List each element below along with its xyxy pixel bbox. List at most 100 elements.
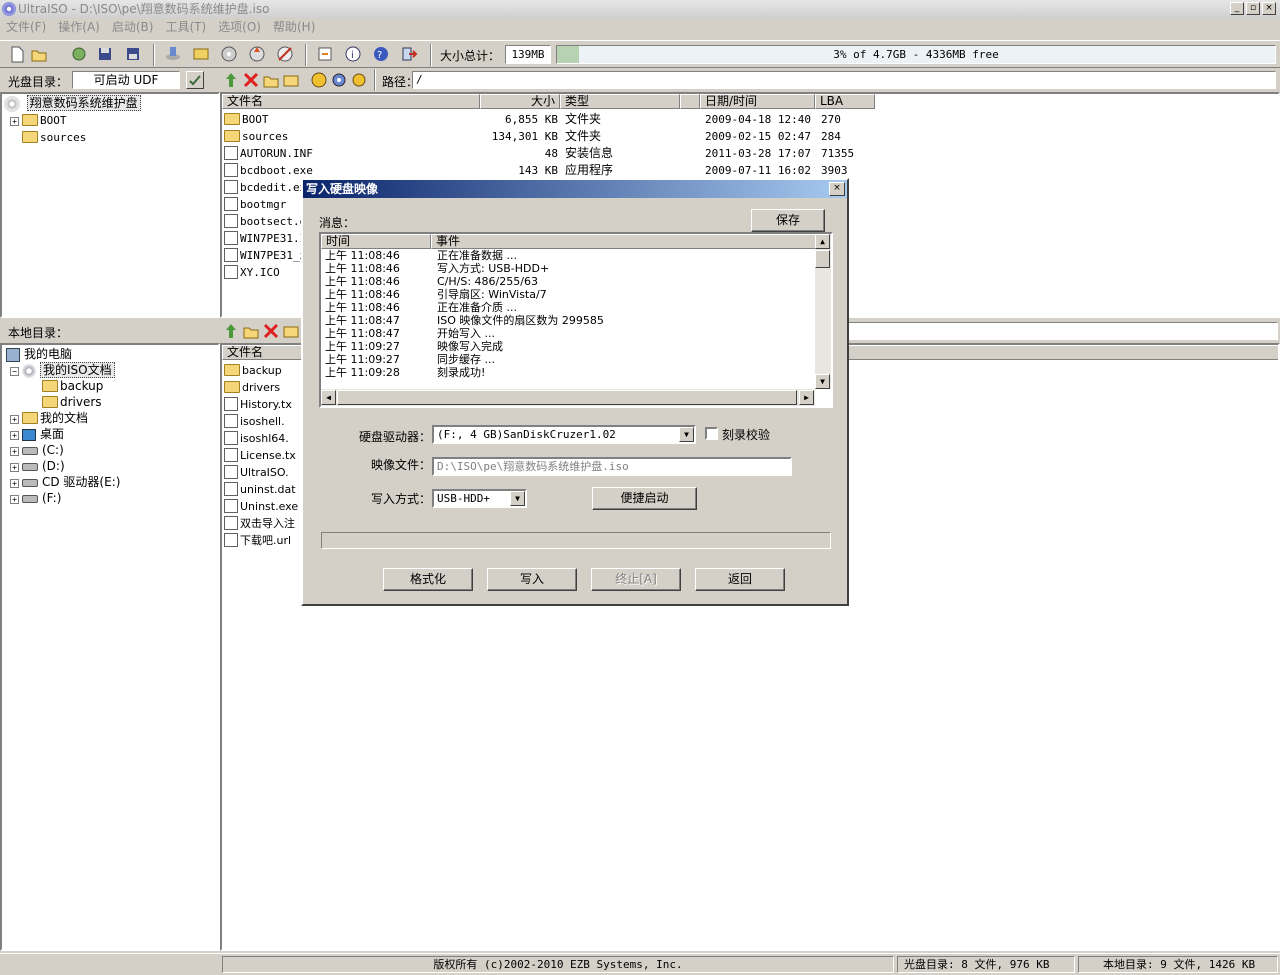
properties-icon[interactable] xyxy=(316,45,334,63)
col-header-lba[interactable]: LBA xyxy=(815,94,875,109)
log-vscroll[interactable]: ▲ ▼ xyxy=(815,234,831,389)
file-row[interactable]: sources 134,301 KB 文件夹 2009-02-15 02:47 284 xyxy=(224,128,1274,145)
tree-item-sources[interactable]: sources xyxy=(22,129,86,146)
local-path-field[interactable] xyxy=(848,322,1278,340)
local-tree-item[interactable]: + 桌面 xyxy=(10,426,64,443)
menu-file[interactable]: 文件(F) xyxy=(6,20,46,34)
hscroll-thumb[interactable] xyxy=(337,390,797,405)
scroll-thumb[interactable] xyxy=(815,250,830,268)
local-file-row[interactable]: drivers xyxy=(224,379,280,396)
edit-boot-icon[interactable] xyxy=(186,71,204,89)
extract-icon[interactable] xyxy=(70,45,88,63)
expand-icon[interactable]: + xyxy=(10,495,19,504)
dialog-close-button[interactable]: × xyxy=(829,182,845,196)
local-tree-item[interactable]: + 我的文档 xyxy=(10,410,88,427)
path-field[interactable]: / xyxy=(412,71,1276,89)
col-header-type[interactable]: 类型 xyxy=(560,94,680,109)
info-icon[interactable]: i xyxy=(344,45,362,63)
write-button[interactable]: 写入 xyxy=(487,568,577,591)
log-hscroll[interactable]: ◀ ▶ xyxy=(321,389,815,406)
save-as-icon[interactable] xyxy=(124,45,142,63)
local-tree-item[interactable]: + (F:) xyxy=(10,490,61,507)
expand-icon[interactable]: + xyxy=(10,431,19,440)
new-folder-icon[interactable] xyxy=(242,322,260,340)
col-header-date[interactable]: 日期/时间 xyxy=(700,94,815,109)
iso-type-field[interactable]: 可启动 UDF xyxy=(72,71,180,89)
save-log-button[interactable]: 保存 xyxy=(751,209,825,232)
col-header-size[interactable]: 大小 xyxy=(480,94,560,109)
local-tree-item[interactable]: backup xyxy=(42,378,103,395)
expand-icon[interactable]: + xyxy=(10,415,19,424)
delete-icon[interactable] xyxy=(242,71,260,89)
restore-button[interactable]: ▫ xyxy=(1246,2,1260,15)
chevron-down-icon[interactable]: ▼ xyxy=(679,427,694,442)
exit-icon[interactable] xyxy=(400,45,418,63)
scroll-up-icon[interactable]: ▲ xyxy=(815,234,830,249)
local-file-row[interactable]: backup xyxy=(224,362,282,379)
file-row[interactable]: BOOT 6,855 KB 文件夹 2009-04-18 12:40 270 xyxy=(224,111,1274,128)
local-file-row[interactable]: uninst.dat xyxy=(224,481,296,498)
virtual-drive-icon[interactable] xyxy=(276,45,294,63)
file-row[interactable]: bcdboot.exe 143 KB 应用程序 2009-07-11 16:02 390… xyxy=(224,162,1274,179)
refresh-icon[interactable] xyxy=(350,71,368,89)
expand-icon[interactable]: + xyxy=(10,117,19,126)
burn-cd-icon[interactable] xyxy=(248,45,266,63)
compress-icon[interactable] xyxy=(192,45,210,63)
add-files-icon[interactable] xyxy=(310,71,328,89)
menu-bootable[interactable]: 启动(B) xyxy=(112,20,154,34)
back-button[interactable]: 返回 xyxy=(695,568,785,591)
new-icon[interactable] xyxy=(8,45,26,63)
write-method-select[interactable]: USB-HDD+ ▼ xyxy=(432,489,527,508)
quick-boot-button[interactable]: 便捷启动 xyxy=(592,487,697,510)
expand-icon[interactable]: − xyxy=(10,367,19,376)
save-icon[interactable] xyxy=(96,45,114,63)
local-file-row[interactable]: isoshl64. xyxy=(224,430,289,447)
tree-item-boot[interactable]: + BOOT xyxy=(10,112,67,129)
tree-item-iso-root[interactable]: 翔意数码系统维护盘 xyxy=(4,95,141,112)
scroll-right-icon[interactable]: ▶ xyxy=(799,390,814,405)
menu-tools[interactable]: 工具(T) xyxy=(165,20,206,34)
local-file-row[interactable]: UltraISO. xyxy=(224,464,289,481)
local-tree-item[interactable]: − 我的ISO文档 xyxy=(10,362,115,379)
menu-actions[interactable]: 操作(A) xyxy=(58,20,100,34)
mount-icon[interactable] xyxy=(220,45,238,63)
open-icon[interactable] xyxy=(30,45,48,63)
stop-button[interactable]: 终止[A] xyxy=(591,568,681,591)
make-cd-image-icon[interactable] xyxy=(164,45,182,63)
file-row[interactable]: AUTORUN.INF 48 安装信息 2011-03-28 17:07 71355 xyxy=(224,145,1274,162)
local-tree-item[interactable]: + (D:) xyxy=(10,458,65,475)
expand-icon[interactable]: + xyxy=(10,463,19,472)
delete-icon[interactable] xyxy=(262,322,280,340)
menu-help[interactable]: 帮助(H) xyxy=(273,20,315,34)
expand-icon[interactable]: + xyxy=(10,479,19,488)
scroll-down-icon[interactable]: ▼ xyxy=(815,374,830,389)
rename-icon[interactable] xyxy=(282,322,300,340)
local-file-row[interactable]: isoshell. xyxy=(224,413,285,430)
up-dir-icon[interactable] xyxy=(222,322,240,340)
menu-options[interactable]: 选项(O) xyxy=(218,20,261,34)
local-tree-item[interactable]: + CD 驱动器(E:) xyxy=(10,474,120,491)
close-button[interactable]: × xyxy=(1262,2,1276,15)
drive-select[interactable]: (F:, 4 GB)SanDiskCruzer1.02 ▼ xyxy=(432,425,696,444)
local-file-row[interactable]: Uninst.exe xyxy=(224,498,298,515)
local-file-row[interactable]: License.tx xyxy=(224,447,296,464)
chevron-down-icon[interactable]: ▼ xyxy=(510,491,525,506)
scroll-left-icon[interactable]: ◀ xyxy=(321,390,336,405)
local-file-row[interactable]: History.tx xyxy=(224,396,292,413)
expand-icon[interactable]: + xyxy=(10,447,19,456)
local-file-row[interactable]: 下载吧.url xyxy=(224,532,291,549)
local-tree-item[interactable]: 我的电脑 xyxy=(6,346,72,363)
help-icon[interactable]: ? xyxy=(372,45,390,63)
minimize-button[interactable]: _ xyxy=(1230,2,1244,15)
format-button[interactable]: 格式化 xyxy=(383,568,473,591)
settings-gear-icon[interactable] xyxy=(330,71,348,89)
up-dir-icon[interactable] xyxy=(222,71,240,89)
log-list[interactable]: 时间 事件 上午 11:08:46 正在准备数据 ... 上午 11:08:46 写入… xyxy=(319,232,833,408)
local-file-row[interactable]: 双击导入注 xyxy=(224,515,295,532)
image-file-field[interactable]: D:\ISO\pe\翔意数码系统维护盘.iso xyxy=(432,457,792,476)
local-tree-item[interactable]: drivers xyxy=(42,394,102,411)
new-folder-icon[interactable] xyxy=(262,71,280,89)
rename-icon[interactable] xyxy=(282,71,300,89)
verify-checkbox[interactable] xyxy=(705,427,718,440)
col-header-name[interactable]: 文件名 xyxy=(222,94,480,109)
